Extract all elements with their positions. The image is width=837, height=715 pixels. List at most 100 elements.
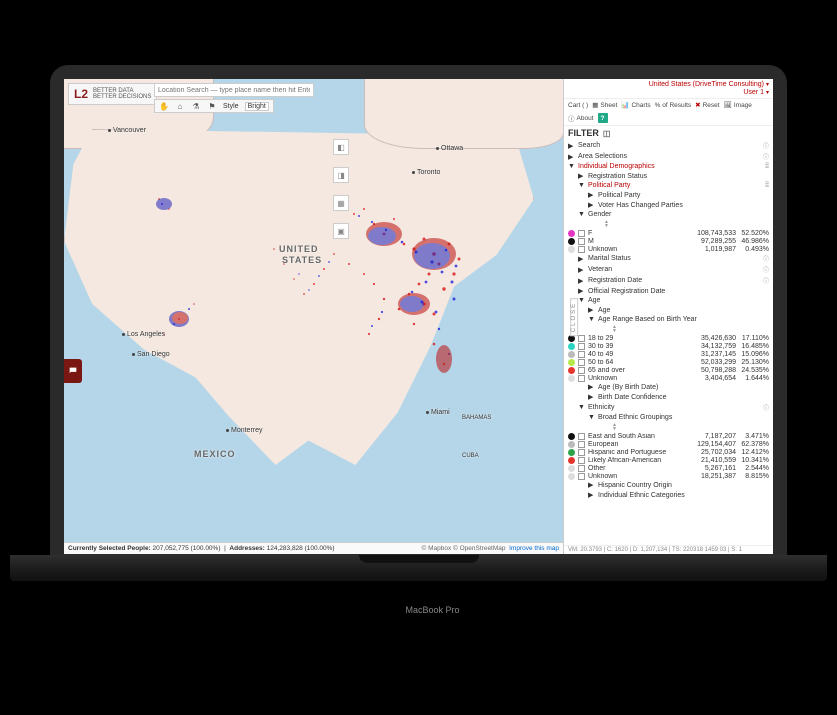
checkbox[interactable] bbox=[578, 449, 585, 456]
row-pct: 46.986% bbox=[739, 238, 769, 245]
checkbox[interactable] bbox=[578, 441, 585, 448]
row-pct: 3.471% bbox=[739, 433, 769, 440]
row-count: 31,237,145 bbox=[694, 351, 736, 358]
row-pct: 1.644% bbox=[739, 375, 769, 382]
filter-age-range[interactable]: Age Range Based on Birth Year bbox=[568, 315, 769, 324]
checkbox[interactable] bbox=[578, 359, 585, 366]
checkbox[interactable] bbox=[578, 351, 585, 358]
country-bahamas: BAHAMAS bbox=[462, 415, 491, 421]
checkbox[interactable] bbox=[578, 238, 585, 245]
row-count: 18,251,387 bbox=[694, 473, 736, 480]
filter-reg-date[interactable]: Registration Dateⓘ bbox=[568, 275, 769, 286]
dots-icon[interactable]: ⁞⁞ bbox=[765, 163, 769, 170]
data-row[interactable]: 18 to 2935,426,63017.110% bbox=[568, 334, 769, 342]
filter-age-sub[interactable]: Age bbox=[568, 305, 769, 315]
data-row[interactable]: F108,743,53352.520% bbox=[568, 229, 769, 237]
mini-tool-2[interactable]: ◨ bbox=[333, 167, 349, 183]
filter-area[interactable]: Area Selectionsⓘ bbox=[568, 151, 769, 162]
data-row[interactable]: Unknown1,019,9870.493% bbox=[568, 245, 769, 253]
checkbox[interactable] bbox=[578, 433, 585, 440]
filter-indiv-eth[interactable]: Individual Ethnic Categories bbox=[568, 490, 769, 500]
tab-pct[interactable]: % of Results bbox=[655, 102, 692, 109]
row-pct: 10.341% bbox=[739, 457, 769, 464]
feedback-tab[interactable] bbox=[64, 359, 82, 383]
mini-tool-3[interactable]: ▦ bbox=[333, 195, 349, 211]
data-row[interactable]: Likely African-American21,410,55910.341% bbox=[568, 456, 769, 464]
gender-header: ▲▼ bbox=[568, 219, 769, 229]
checkbox[interactable] bbox=[578, 457, 585, 464]
cart-link[interactable]: Cart ( ) bbox=[568, 102, 588, 109]
checkbox[interactable] bbox=[578, 343, 585, 350]
row-count: 108,743,533 bbox=[694, 230, 736, 237]
mini-tool-1[interactable]: ◧ bbox=[333, 139, 349, 155]
data-row[interactable]: East and South Asian7,187,2073.471% bbox=[568, 432, 769, 440]
user-dropdown[interactable]: User 1 bbox=[743, 89, 769, 96]
row-label: Likely African-American bbox=[588, 457, 691, 464]
checkbox[interactable] bbox=[578, 367, 585, 374]
data-row[interactable]: M97,289,25546.986% bbox=[568, 237, 769, 245]
reset-button[interactable]: ✖ Reset bbox=[695, 101, 719, 109]
filter-gender[interactable]: Gender bbox=[568, 210, 769, 219]
tab-image[interactable]: 🖼 Image bbox=[724, 101, 752, 109]
tab-sheet[interactable]: ▦ Sheet bbox=[592, 101, 617, 109]
context-dropdown[interactable]: United States (DriveTime Consulting) bbox=[649, 81, 769, 88]
improve-map-link[interactable]: Improve this map bbox=[509, 545, 559, 552]
filter-pol-party[interactable]: Political Party⁞⁞ bbox=[568, 181, 769, 190]
filter-reg-status[interactable]: Registration Status bbox=[568, 171, 769, 181]
tab-charts[interactable]: 📊 Charts bbox=[621, 101, 650, 109]
checkbox[interactable] bbox=[578, 465, 585, 472]
city-monterrey: Monterrey bbox=[226, 427, 263, 434]
flag-icon[interactable]: ⚑ bbox=[207, 101, 217, 111]
home-icon[interactable]: ⌂ bbox=[175, 101, 185, 111]
style-select[interactable]: Bright bbox=[245, 102, 269, 111]
color-swatch bbox=[568, 473, 575, 480]
checkbox[interactable] bbox=[578, 335, 585, 342]
hand-icon[interactable]: ✋ bbox=[159, 101, 169, 111]
filter-hisp-origin[interactable]: Hispanic Country Origin bbox=[568, 480, 769, 490]
dots-icon[interactable]: ⁞⁞ bbox=[765, 182, 769, 189]
location-search-input[interactable] bbox=[154, 83, 314, 97]
filter-ethnicity[interactable]: Ethnicityⓘ bbox=[568, 402, 769, 413]
filter-age[interactable]: Age bbox=[568, 296, 769, 305]
row-count: 52,033,299 bbox=[694, 359, 736, 366]
row-pct: 25.130% bbox=[739, 359, 769, 366]
filter-marital[interactable]: Marital Statusⓘ bbox=[568, 253, 769, 264]
data-row[interactable]: Hispanic and Portuguese25,702,03412.412% bbox=[568, 448, 769, 456]
close-sidebar-tab[interactable]: CLOSE bbox=[570, 297, 578, 335]
help-button[interactable]: ? bbox=[598, 113, 608, 123]
tab-about[interactable]: ⓘ About bbox=[568, 113, 594, 123]
filter-age-birth[interactable]: Age (By Birth Date) bbox=[568, 382, 769, 392]
filter-birth-conf[interactable]: Birth Date Confidence bbox=[568, 392, 769, 402]
filter-off-reg-date[interactable]: Official Registration Date bbox=[568, 286, 769, 296]
data-row[interactable]: 50 to 6452,033,29925.130% bbox=[568, 358, 769, 366]
data-row[interactable]: 30 to 3934,132,75916.485% bbox=[568, 342, 769, 350]
country-us2: STATES bbox=[282, 255, 322, 265]
filter-veteran[interactable]: Veteranⓘ bbox=[568, 264, 769, 275]
map-pane[interactable]: Vancouver Ottawa Toronto UNITED STATES L… bbox=[64, 79, 563, 554]
data-row[interactable]: Unknown18,251,3878.815% bbox=[568, 472, 769, 480]
data-row[interactable]: 65 and over50,798,28824.535% bbox=[568, 366, 769, 374]
filter-pol-party-sub[interactable]: Political Party bbox=[568, 190, 769, 200]
row-label: Unknown bbox=[588, 473, 691, 480]
data-row[interactable]: 40 to 4931,237,14515.096% bbox=[568, 350, 769, 358]
beaker-icon[interactable]: ⚗ bbox=[191, 101, 201, 111]
data-row[interactable]: Other5,267,1612.544% bbox=[568, 464, 769, 472]
color-swatch bbox=[568, 246, 575, 253]
row-label: Unknown bbox=[588, 246, 691, 253]
filter-body[interactable]: Searchⓘ Area Selectionsⓘ Individual Demo… bbox=[564, 140, 773, 545]
filter-changed-parties[interactable]: Voter Has Changed Parties bbox=[568, 200, 769, 210]
filter-toggle-icon[interactable]: ◫ bbox=[603, 129, 611, 138]
data-row[interactable]: European129,154,40762.378% bbox=[568, 440, 769, 448]
checkbox[interactable] bbox=[578, 230, 585, 237]
mini-tool-4[interactable]: ▣ bbox=[333, 223, 349, 239]
filter-search[interactable]: Searchⓘ bbox=[568, 140, 769, 151]
checkbox[interactable] bbox=[578, 473, 585, 480]
filter-broad-eth[interactable]: Broad Ethnic Groupings bbox=[568, 413, 769, 422]
checkbox[interactable] bbox=[578, 375, 585, 382]
row-label: F bbox=[588, 230, 691, 237]
city-la: Los Angeles bbox=[122, 331, 165, 338]
row-label: 65 and over bbox=[588, 367, 691, 374]
filter-indiv-demo[interactable]: Individual Demographics⁞⁞ bbox=[568, 162, 769, 171]
checkbox[interactable] bbox=[578, 246, 585, 253]
data-row[interactable]: Unknown3,404,6541.644% bbox=[568, 374, 769, 382]
